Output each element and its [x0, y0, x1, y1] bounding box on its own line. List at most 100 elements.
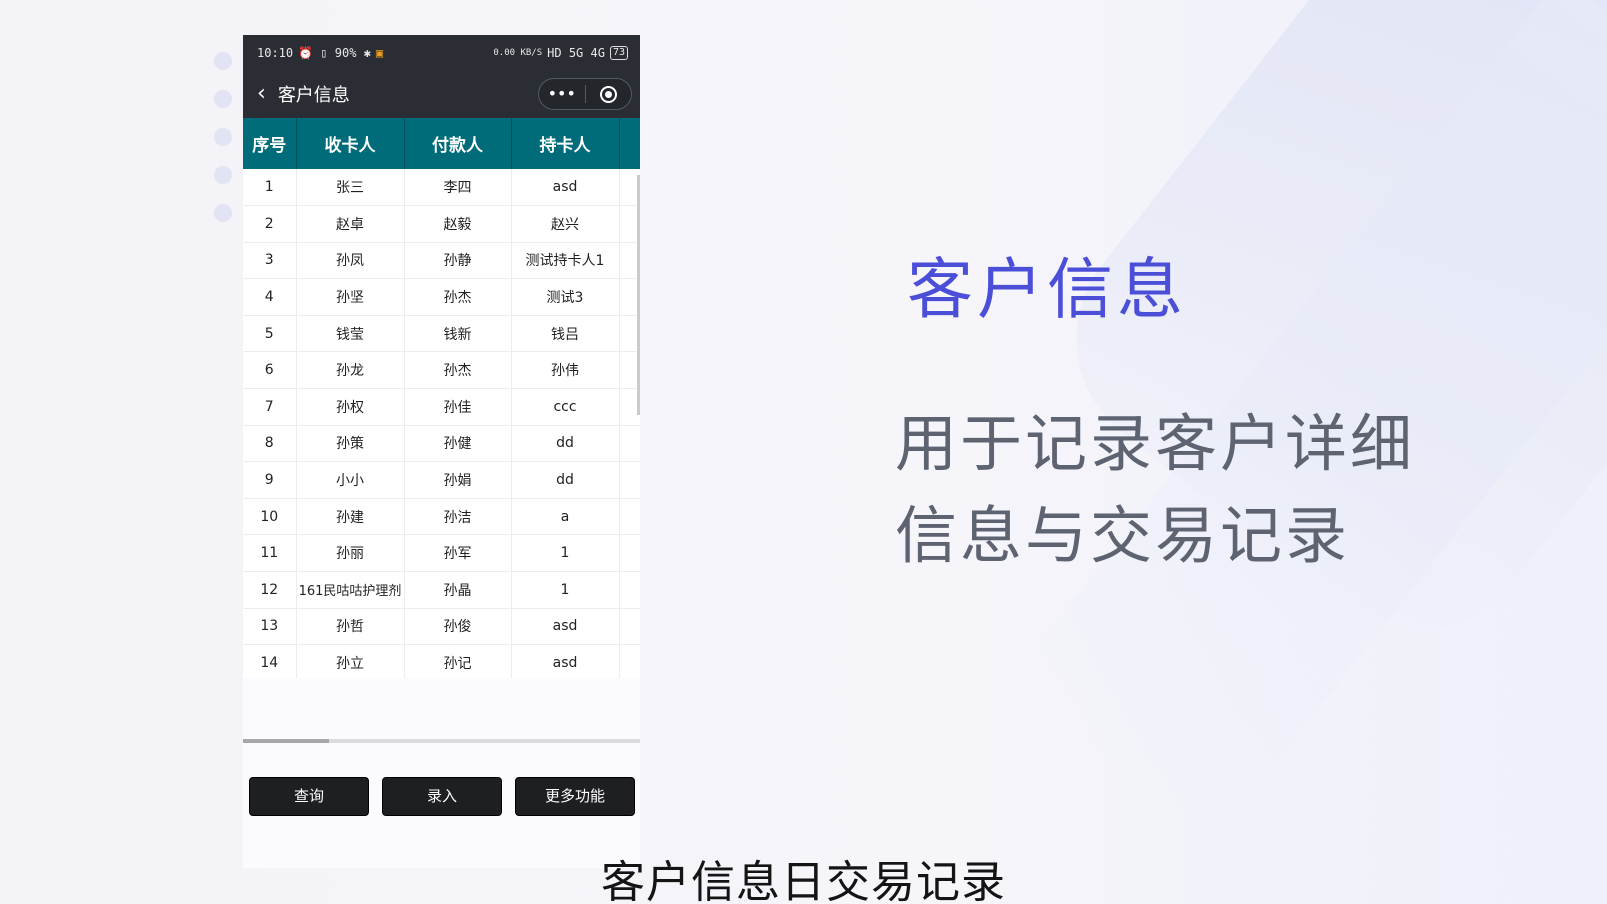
- cell-payer: 孙洁: [404, 498, 512, 536]
- column-header-payer[interactable]: 付款人: [404, 118, 512, 169]
- table-row[interactable]: 12 161民咕咕护理剂 孙晶 1: [243, 571, 640, 609]
- cell-holder: asd: [511, 169, 620, 207]
- cell-payer: 孙静: [404, 242, 512, 280]
- more-options-button[interactable]: •••: [539, 79, 585, 109]
- phone-screen: 10:10 ⏰ ▯ 90% ✱ ▣ 0.00 KB/S HD 5G 4G 73 …: [243, 35, 640, 868]
- cell-receiver: 孙策: [296, 425, 405, 463]
- page-indicator-dots: [214, 52, 232, 242]
- cell-receiver: 孙权: [296, 388, 405, 426]
- customer-table-container[interactable]: 序号 收卡人 付款人 持卡人 1 张三 李四 asd 2 赵卓 赵毅 赵兴 3 孙凤 孙静 测试持…: [243, 118, 640, 678]
- indicator-dot: [214, 52, 232, 70]
- cell-holder: 赵兴: [511, 205, 620, 243]
- cell-index: 4: [243, 278, 297, 316]
- signal-icons: HD 5G 4G: [547, 45, 605, 60]
- table-row[interactable]: 9 小小 孙娟 dd: [243, 461, 640, 499]
- entry-button[interactable]: 录入: [382, 777, 502, 816]
- cell-overflow: [619, 534, 640, 573]
- cell-receiver: 孙龙: [296, 351, 405, 390]
- cell-receiver: 孙凤: [296, 242, 405, 280]
- cell-holder: dd: [511, 425, 620, 463]
- cell-holder: 测试3: [511, 278, 620, 316]
- description-line-1: 用于记录客户详细: [895, 407, 1416, 480]
- cell-receiver: 孙立: [296, 644, 405, 678]
- indicator-dot: [214, 166, 232, 184]
- video-subtitle: 客户信息日交易记录: [601, 857, 1006, 904]
- feature-headline: 客户信息: [907, 251, 1187, 328]
- status-time: 10:10: [257, 45, 294, 60]
- cell-overflow: [619, 425, 640, 463]
- cell-overflow: [619, 644, 640, 678]
- indicator-dot: [214, 128, 232, 146]
- cell-receiver: 小小: [296, 461, 405, 499]
- table-row[interactable]: 3 孙凤 孙静 测试持卡人1: [243, 242, 640, 280]
- cell-holder: 孙伟: [511, 351, 620, 390]
- table-row[interactable]: 8 孙策 孙健 dd: [243, 425, 640, 463]
- horizontal-scroll-thumb[interactable]: [243, 739, 329, 743]
- column-header-holder[interactable]: 持卡人: [511, 118, 620, 169]
- table-row[interactable]: 13 孙哲 孙俊 asd: [243, 608, 640, 646]
- table-row[interactable]: 10 孙建 孙洁 a: [243, 498, 640, 536]
- cell-index: 2: [243, 205, 297, 243]
- cell-receiver: 钱莹: [296, 315, 405, 353]
- indicator-dot: [214, 204, 232, 222]
- cell-receiver: 张三: [296, 169, 405, 207]
- cell-payer: 钱新: [404, 315, 512, 353]
- cell-overflow: [619, 498, 640, 536]
- table-row[interactable]: 2 赵卓 赵毅 赵兴: [243, 205, 640, 243]
- cell-holder: dd: [511, 461, 620, 499]
- cell-index: 5: [243, 315, 297, 353]
- table-row[interactable]: 5 钱莹 钱新 钱吕: [243, 315, 640, 353]
- cell-index: 3: [243, 242, 297, 280]
- cell-index: 10: [243, 498, 297, 536]
- cell-payer: 孙娟: [404, 461, 512, 499]
- cell-payer: 孙军: [404, 534, 512, 573]
- cell-payer: 孙健: [404, 425, 512, 463]
- table-row[interactable]: 6 孙龙 孙杰 孙伟: [243, 351, 640, 390]
- cell-holder: 1: [511, 571, 620, 609]
- cell-receiver: 孙哲: [296, 608, 405, 646]
- cell-receiver: 赵卓: [296, 205, 405, 243]
- cell-holder: 钱吕: [511, 315, 620, 353]
- notification-icon: ▣: [375, 45, 384, 60]
- vertical-scrollbar[interactable]: [637, 175, 640, 415]
- table-row[interactable]: 7 孙权 孙佳 ccc: [243, 388, 640, 426]
- cell-overflow: [619, 461, 640, 499]
- column-header-overflow: [619, 118, 640, 169]
- cell-holder: 1: [511, 534, 620, 573]
- indicator-dot: [214, 90, 232, 108]
- mini-program-capsule: •••: [538, 78, 632, 110]
- cell-holder: asd: [511, 644, 620, 678]
- cell-index: 11: [243, 534, 297, 573]
- close-mini-program-button[interactable]: [586, 79, 632, 109]
- cell-payer: 李四: [404, 169, 512, 207]
- cell-overflow: [619, 608, 640, 646]
- query-button[interactable]: 查询: [249, 777, 369, 816]
- target-icon: [599, 86, 617, 103]
- column-header-receiver[interactable]: 收卡人: [296, 118, 405, 169]
- page-title: 客户信息: [277, 85, 350, 106]
- more-functions-button[interactable]: 更多功能: [515, 777, 635, 816]
- cell-payer: 孙晶: [404, 571, 512, 609]
- cell-overflow: [619, 571, 640, 609]
- customer-table: 序号 收卡人 付款人 持卡人 1 张三 李四 asd 2 赵卓 赵毅 赵兴 3 孙凤 孙静 测试持…: [243, 118, 640, 678]
- battery-icon: 73: [609, 45, 628, 60]
- table-row[interactable]: 1 张三 李四 asd: [243, 169, 640, 207]
- cell-index: 9: [243, 461, 297, 499]
- horizontal-scrollbar[interactable]: [243, 739, 640, 743]
- cell-receiver: 161民咕咕护理剂: [296, 571, 405, 609]
- cell-holder: ccc: [511, 388, 620, 426]
- action-button-row: 查询 录入 更多功能: [249, 777, 635, 816]
- network-speed: 0.00 KB/S: [493, 47, 543, 58]
- description-line-2: 信息与交易记录: [895, 499, 1351, 572]
- cell-payer: 孙佳: [404, 388, 512, 426]
- table-row[interactable]: 11 孙丽 孙军 1: [243, 534, 640, 573]
- cell-payer: 孙记: [404, 644, 512, 678]
- table-row[interactable]: 4 孙坚 孙杰 测试3: [243, 278, 640, 316]
- status-bar: 10:10 ⏰ ▯ 90% ✱ ▣ 0.00 KB/S HD 5G 4G 73: [243, 35, 640, 70]
- cell-holder: asd: [511, 608, 620, 646]
- back-chevron-icon[interactable]: ‹: [257, 83, 266, 105]
- column-header-index[interactable]: 序号: [243, 118, 297, 169]
- table-row[interactable]: 14 孙立 孙记 asd: [243, 644, 640, 678]
- feature-description: 用于记录客户详细 信息与交易记录: [895, 398, 1415, 582]
- cell-index: 7: [243, 388, 297, 426]
